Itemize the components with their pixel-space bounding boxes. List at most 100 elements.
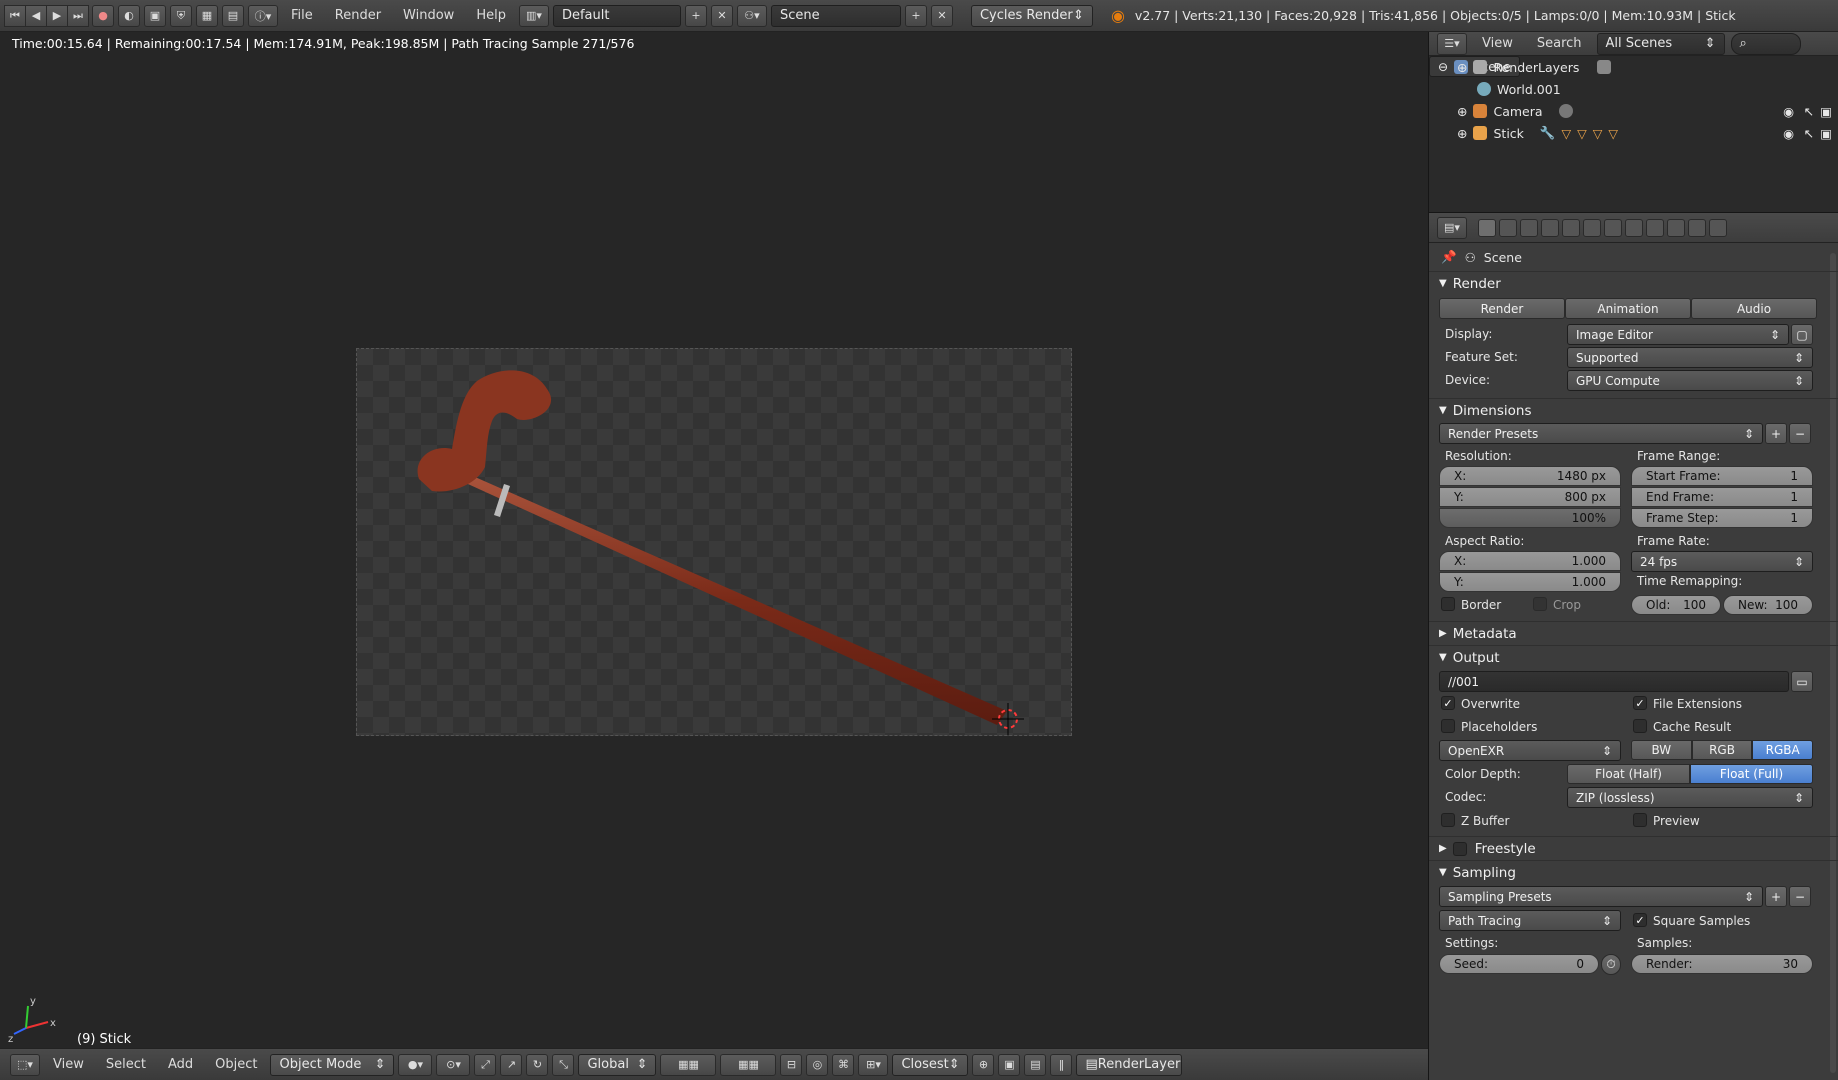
add-preset-icon[interactable]: + [1765,423,1787,444]
menu-select[interactable]: Select [97,1054,155,1076]
opengl-anim-icon[interactable]: ▤ [1024,1053,1047,1076]
folder-icon[interactable]: ▭ [1791,671,1813,692]
crop-checkbox[interactable] [1533,597,1547,611]
freestyle-checkbox[interactable] [1452,841,1467,856]
placeholders-checkbox[interactable] [1441,719,1455,733]
editor-type-icon[interactable]: ⬚▾ [10,1053,40,1076]
remove-preset-icon[interactable]: − [1789,423,1811,444]
add-sampling-preset-icon[interactable]: + [1765,886,1787,907]
aspect-x-field[interactable]: X: 1.000 [1439,551,1621,571]
zbuffer-checkbox[interactable] [1441,813,1455,827]
texture-tab-icon[interactable] [1667,218,1685,237]
outliner-menu-view[interactable]: View [1473,33,1522,55]
expand-icon[interactable]: ⊕ [1457,104,1467,119]
layout-field[interactable]: Default [552,4,681,27]
codec-select[interactable]: ZIP (lossless) ⇕ [1567,787,1813,808]
snap-target-select[interactable]: Closest ⇕ [892,1053,969,1076]
pivot-icon[interactable]: ⊙▾ [436,1053,471,1076]
panel-sampling-header[interactable]: ▼ Sampling [1429,860,1838,884]
pause-icon[interactable]: ‖ [1050,1053,1073,1076]
material-tab-icon[interactable] [1646,218,1664,237]
layers-icon[interactable]: ▦▦ [660,1053,717,1076]
time-remap-old-field[interactable]: Old: 100 [1631,595,1721,615]
eye-icon[interactable]: ◉ [1783,126,1794,141]
outliner-search-input[interactable]: ⌕ [1730,32,1801,55]
snap-element-icon[interactable]: ⊞▾ [858,1053,889,1076]
data-tab-icon[interactable] [1625,218,1643,237]
file-format-select[interactable]: OpenEXR ⇕ [1439,740,1621,761]
jump-start-icon[interactable]: ⏮ [4,4,26,27]
camera-render-icon[interactable]: ▣ [1820,104,1832,119]
resolution-x-field[interactable]: X: 1480 px [1439,466,1621,486]
physics-tab-icon[interactable] [1709,218,1727,237]
time-remap-new-field[interactable]: New: 100 [1723,595,1813,615]
integrator-select[interactable]: Path Tracing ⇕ [1439,910,1621,931]
manipulator-icon[interactable]: ⤢ [474,1053,497,1076]
eye-icon[interactable]: ◉ [1783,104,1794,119]
remove-sampling-preset-icon[interactable]: − [1789,886,1811,907]
expand-icon[interactable]: ⊕ [1457,60,1467,75]
sampling-presets-select[interactable]: Sampling Presets ⇕ [1439,886,1763,907]
float-half-button[interactable]: Float (Half) [1567,764,1690,784]
opengl-render-icon[interactable]: ▣ [998,1053,1021,1076]
jump-end-icon[interactable]: ⏭ [67,4,89,27]
orientation-select[interactable]: Global ⇕ [578,1053,657,1076]
output-path-input[interactable]: //001 [1439,671,1789,692]
panel-output-header[interactable]: ▼ Output [1429,645,1838,669]
render-icon[interactable]: ▤ [222,4,244,27]
tree-item-world[interactable]: World.001 [1429,78,1838,100]
pin-icon[interactable]: 📌 [1441,249,1457,265]
menu-view[interactable]: View [44,1054,93,1076]
snap-align-icon[interactable]: ⊕ [972,1053,995,1076]
tree-item-camera[interactable]: ⊕ Camera ◉ ↖ ▣ [1429,100,1838,122]
audio-button[interactable]: Audio [1691,298,1817,319]
menu-object[interactable]: Object [206,1054,266,1076]
properties-editor-icon[interactable]: ▤▾ [1437,216,1467,239]
scene-tab-icon[interactable] [1520,218,1538,237]
shield-icon[interactable]: ⛨ [170,4,192,27]
cursor-icon[interactable]: ↖ [1804,104,1814,119]
float-full-button[interactable]: Float (Full) [1690,764,1813,784]
modifiers-tab-icon[interactable] [1604,218,1622,237]
camera-render-icon[interactable]: ▣ [1820,126,1832,141]
expand-icon[interactable]: ⊕ [1457,126,1467,141]
square-samples-checkbox[interactable]: ✓ [1633,913,1647,927]
panel-freestyle-header[interactable]: ▶ Freestyle [1429,836,1838,860]
preview-checkbox[interactable] [1633,813,1647,827]
mode-select[interactable]: Object Mode ⇕ [270,1053,395,1076]
translate-icon[interactable]: ↗ [500,1053,523,1076]
overwrite-checkbox[interactable]: ✓ [1441,696,1455,710]
render-layer-select[interactable]: ▤ RenderLayer [1076,1053,1183,1076]
checker-icon[interactable]: ▦ [196,4,218,27]
shading-icon[interactable]: ●▾ [398,1053,433,1076]
rotate-icon[interactable]: ↻ [526,1053,549,1076]
device-select[interactable]: GPU Compute ⇕ [1567,370,1813,391]
render-presets-select[interactable]: Render Presets ⇕ [1439,423,1763,444]
menu-add[interactable]: Add [159,1054,202,1076]
keying-icon[interactable]: ◐ [118,4,140,27]
panel-metadata-header[interactable]: ▶ Metadata [1429,621,1838,645]
scale-icon[interactable]: ⤡ [552,1053,575,1076]
seed-field[interactable]: Seed: 0 [1439,954,1599,974]
color-bw-button[interactable]: BW [1631,740,1692,760]
resolution-y-field[interactable]: Y: 800 px [1439,487,1621,507]
outliner-editor-icon[interactable]: ☰▾ [1437,32,1467,55]
file-extensions-checkbox[interactable]: ✓ [1633,696,1647,710]
add-layout-icon[interactable]: + [684,4,707,27]
screen-layout-icon[interactable]: ▥▾ [518,4,549,27]
add-scene-icon[interactable]: + [904,4,927,27]
cache-result-checkbox[interactable] [1633,719,1647,733]
display-select[interactable]: Image Editor ⇕ [1567,324,1789,345]
outliner-filter-select[interactable]: All Scenes ⇕ [1596,32,1725,55]
constraints-tab-icon[interactable] [1583,218,1601,237]
start-frame-field[interactable]: Start Frame: 1 [1631,466,1813,486]
tree-item-renderlayers[interactable]: ⊕ RenderLayers [1429,56,1838,78]
aspect-y-field[interactable]: Y: 1.000 [1439,572,1621,592]
end-frame-field[interactable]: End Frame: 1 [1631,487,1813,507]
resolution-percent-field[interactable]: 100% [1439,508,1621,528]
play-reverse-icon[interactable]: ◀ [25,4,47,27]
3d-viewport[interactable]: Time:00:15.64 | Remaining:00:17.54 | Mem… [0,32,1428,1048]
particles-tab-icon[interactable] [1688,218,1706,237]
menu-render[interactable]: Render [326,5,390,27]
object-tab-icon[interactable] [1562,218,1580,237]
